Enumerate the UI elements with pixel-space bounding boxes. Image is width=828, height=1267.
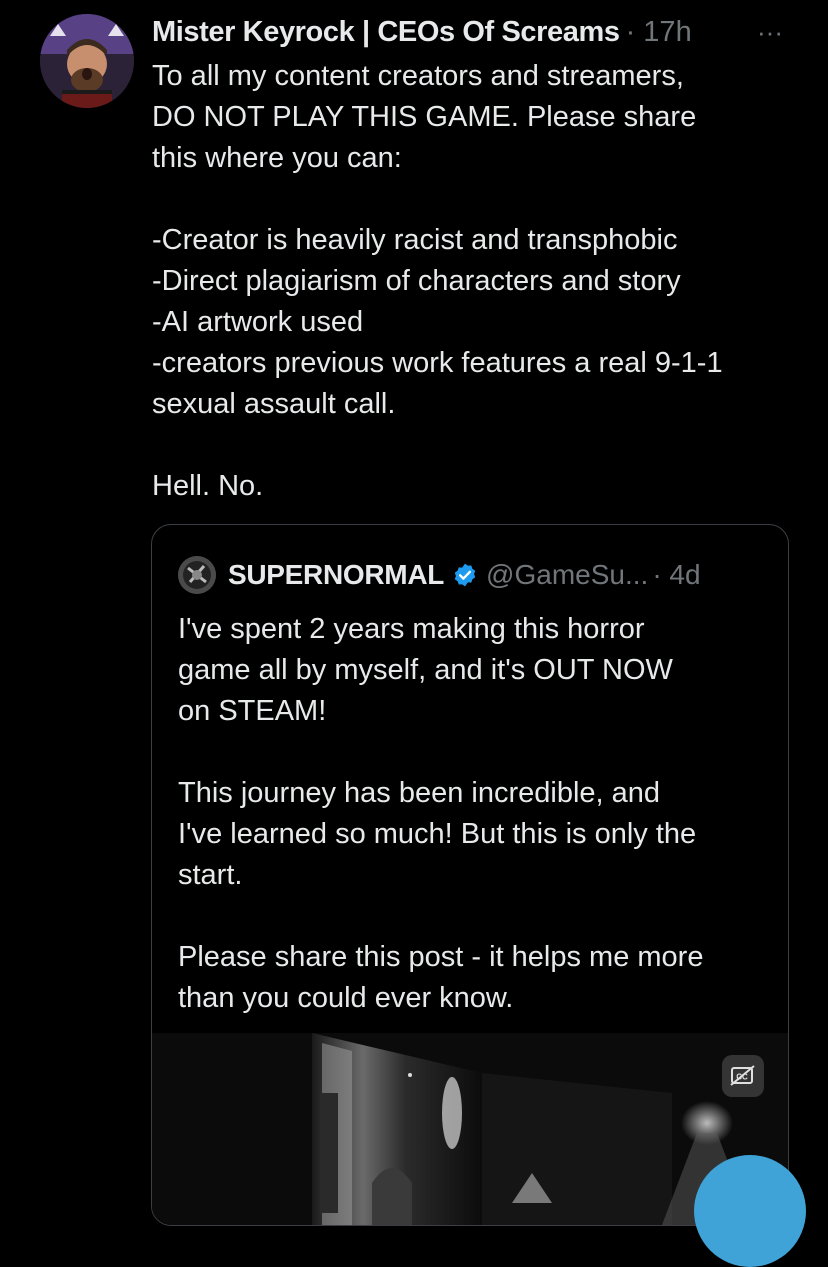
author-name[interactable]: Mister Keyrock | CEOs Of Screams bbox=[152, 16, 620, 49]
quoted-author-handle[interactable]: @GameSu... bbox=[486, 559, 648, 591]
tweet-line: sexual assault call. bbox=[152, 388, 396, 420]
quoted-line: I've spent 2 years making this horror bbox=[178, 613, 645, 645]
compose-post-button[interactable] bbox=[694, 1155, 806, 1267]
verified-badge-icon bbox=[452, 562, 478, 588]
author-avatar[interactable] bbox=[40, 14, 134, 108]
closed-captions-icon[interactable]: CC bbox=[722, 1055, 764, 1097]
quoted-line: This journey has been incredible, and bbox=[178, 777, 661, 809]
quoted-avatar-image bbox=[178, 556, 216, 594]
video-frame-image bbox=[152, 1033, 788, 1225]
avatar-image bbox=[40, 14, 134, 108]
quoted-line: than you could ever know. bbox=[178, 982, 514, 1014]
quoted-paragraph-gap bbox=[178, 896, 778, 937]
tweet-line: -Direct plagiarism of characters and sto… bbox=[152, 265, 681, 297]
quoted-author-avatar[interactable] bbox=[178, 556, 216, 594]
tweet-line: -creators previous work features a real … bbox=[152, 347, 723, 379]
quoted-author-name[interactable]: SUPERNORMAL bbox=[228, 559, 444, 591]
more-options-icon[interactable]: ··· bbox=[750, 14, 790, 50]
quoted-tweet-header: SUPERNORMAL @GameSu... · 4d bbox=[178, 556, 701, 594]
tweet-line: Hell. No. bbox=[152, 470, 264, 502]
quoted-tweet[interactable]: SUPERNORMAL @GameSu... · 4d I've spent 2… bbox=[151, 524, 789, 1226]
tweet-line: To all my content creators and streamers… bbox=[152, 60, 684, 92]
tweet-timestamp[interactable]: · 17h bbox=[626, 16, 692, 49]
tweet-line: this where you can: bbox=[152, 142, 402, 174]
quoted-line: start. bbox=[178, 859, 243, 891]
quoted-tweet-text: I've spent 2 years making this horror ga… bbox=[178, 609, 778, 1019]
tweet-paragraph-gap bbox=[152, 425, 812, 466]
tweet-header: Mister Keyrock | CEOs Of Screams · 17h bbox=[152, 14, 792, 50]
tweet-line: -AI artwork used bbox=[152, 306, 364, 338]
quoted-video[interactable]: CC bbox=[152, 1033, 788, 1225]
quoted-tweet-timestamp[interactable]: · 4d bbox=[652, 559, 700, 591]
quoted-line: game all by myself, and it's OUT NOW bbox=[178, 654, 673, 686]
quoted-line: on STEAM! bbox=[178, 695, 327, 727]
tweet-text: To all my content creators and streamers… bbox=[152, 56, 812, 507]
quoted-paragraph-gap bbox=[178, 732, 778, 773]
tweet-line: -Creator is heavily racist and transphob… bbox=[152, 224, 678, 256]
tweet-paragraph-gap bbox=[152, 179, 812, 220]
quoted-line: Please share this post - it helps me mor… bbox=[178, 941, 704, 973]
tweet-line: DO NOT PLAY THIS GAME. Please share bbox=[152, 101, 697, 133]
quoted-line: I've learned so much! But this is only t… bbox=[178, 818, 697, 850]
